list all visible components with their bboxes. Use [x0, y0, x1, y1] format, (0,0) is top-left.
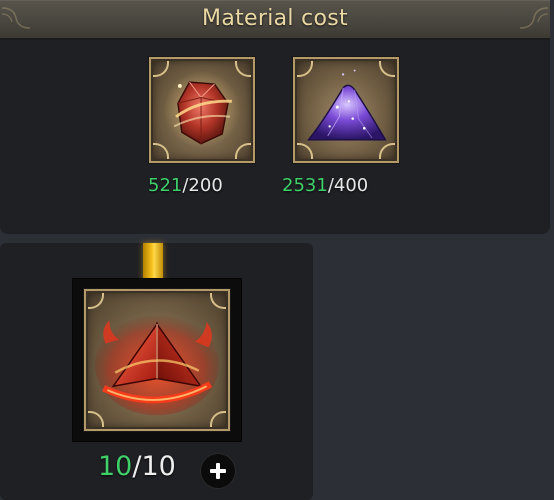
material-cost-header: Material cost: [0, 0, 550, 40]
owned-count: 521: [148, 175, 183, 196]
red-stone-icon: [163, 70, 241, 148]
material-slot-purple-crystal[interactable]: [293, 57, 399, 163]
owned-count: 10: [98, 451, 133, 482]
target-item-frame[interactable]: [84, 289, 230, 431]
add-button[interactable]: [201, 454, 235, 488]
target-item-slot: [73, 279, 241, 441]
purple-crystal-pile-icon: [306, 69, 387, 141]
material-cost-panel: Material cost 521/200 2531/400: [0, 0, 550, 234]
target-item-card: 10/10: [0, 243, 313, 500]
required-count: /400: [327, 175, 369, 196]
flaming-red-pyramid-icon: [94, 314, 220, 416]
required-count: /10: [132, 451, 176, 482]
connector-bar: [143, 243, 163, 281]
material-count-purple-crystal: 2531/400: [282, 175, 368, 196]
target-item-count: 10/10: [98, 451, 176, 482]
material-count-red-stone: 521/200: [148, 175, 223, 196]
material-slot-red-stone[interactable]: [149, 57, 255, 163]
game-screen: Material cost 521/200 2531/400 10/10: [0, 0, 554, 500]
owned-count: 2531: [282, 175, 328, 196]
required-count: /200: [182, 175, 223, 196]
material-cost-title: Material cost: [202, 6, 348, 31]
